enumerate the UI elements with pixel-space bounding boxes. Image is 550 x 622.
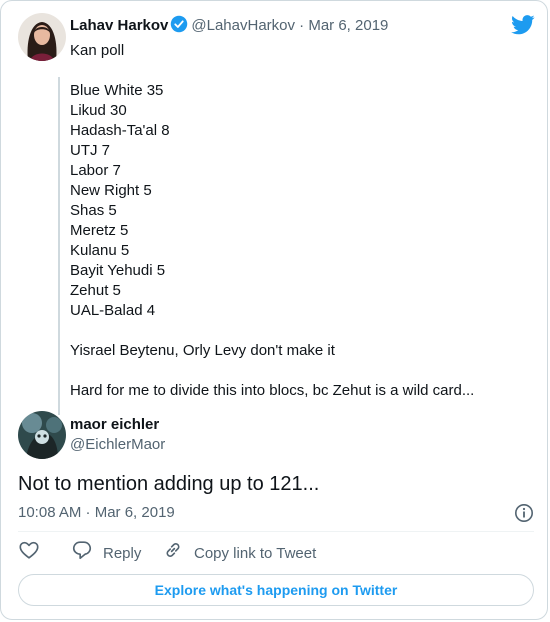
tweet-line: UAL-Balad 4 — [70, 302, 156, 319]
timestamp-row: 10:08 AM · Mar 6, 2019 — [18, 503, 534, 523]
tweet-line: Kan poll — [70, 42, 125, 59]
parent-tweet-header: Lahav Harkov @LahavHarkov · Mar 6, 2019 — [70, 15, 388, 39]
verified-badge-icon — [170, 15, 188, 39]
embedded-tweet-card: Lahav Harkov @LahavHarkov · Mar 6, 2019 K… — [0, 0, 548, 620]
twitter-bird-icon[interactable] — [511, 15, 535, 40]
tweet-date[interactable]: Mar 6, 2019 — [308, 17, 388, 34]
info-icon[interactable] — [514, 503, 534, 529]
author-name[interactable]: Lahav Harkov — [70, 17, 168, 34]
reply-author-name[interactable]: maor eichler — [70, 415, 159, 435]
tweet-line — [70, 361, 530, 381]
tweet-line: Bayit Yehudi 5 — [70, 262, 166, 279]
reply-button[interactable]: Reply — [71, 539, 142, 569]
tweet-line — [70, 321, 530, 341]
action-divider — [18, 531, 534, 532]
copy-link-label: Copy link to Tweet — [194, 545, 317, 562]
reply-label: Reply — [103, 545, 142, 562]
like-button[interactable] — [18, 539, 50, 569]
header-separator: · — [299, 17, 305, 34]
lahav-harkov-avatar[interactable] — [18, 13, 66, 61]
link-icon — [162, 539, 194, 569]
heart-icon — [18, 539, 50, 569]
tweet-timestamp[interactable]: 10:08 AM · Mar 6, 2019 — [18, 504, 175, 521]
reply-author-handle[interactable]: @EichlerMaor — [70, 435, 165, 455]
reply-icon — [71, 539, 103, 569]
tweet-line: Hadash-Ta'al 8 — [70, 122, 170, 139]
tweet-line: Kulanu 5 — [70, 242, 130, 259]
tweet-line: Labor 7 — [70, 162, 121, 179]
tweet-line: New Right 5 — [70, 182, 152, 199]
copy-link-button[interactable]: Copy link to Tweet — [162, 542, 316, 566]
reply-tweet-text: Not to mention adding up to 121... — [18, 473, 320, 495]
tweet-line: Yisrael Beytenu, Orly Levy don't make it — [70, 342, 335, 359]
parent-tweet-text: Kan poll Blue White 35 Likud 30 Hadash-T… — [70, 41, 530, 401]
explore-twitter-button[interactable]: Explore what's happening on Twitter — [18, 574, 534, 606]
author-handle[interactable]: @LahavHarkov — [191, 17, 295, 34]
tweet-line: Hard for me to divide this into blocs, b… — [70, 382, 475, 399]
maor-eichler-avatar[interactable] — [18, 411, 66, 459]
tweet-line: UTJ 7 — [70, 142, 111, 159]
tweet-line: Blue White 35 — [70, 82, 164, 99]
tweet-line: Shas 5 — [70, 202, 117, 219]
tweet-line: Zehut 5 — [70, 282, 121, 299]
tweet-line — [70, 61, 530, 81]
tweet-line: Likud 30 — [70, 102, 127, 119]
tweet-line: Meretz 5 — [70, 222, 129, 239]
thread-connector-line — [58, 77, 60, 415]
